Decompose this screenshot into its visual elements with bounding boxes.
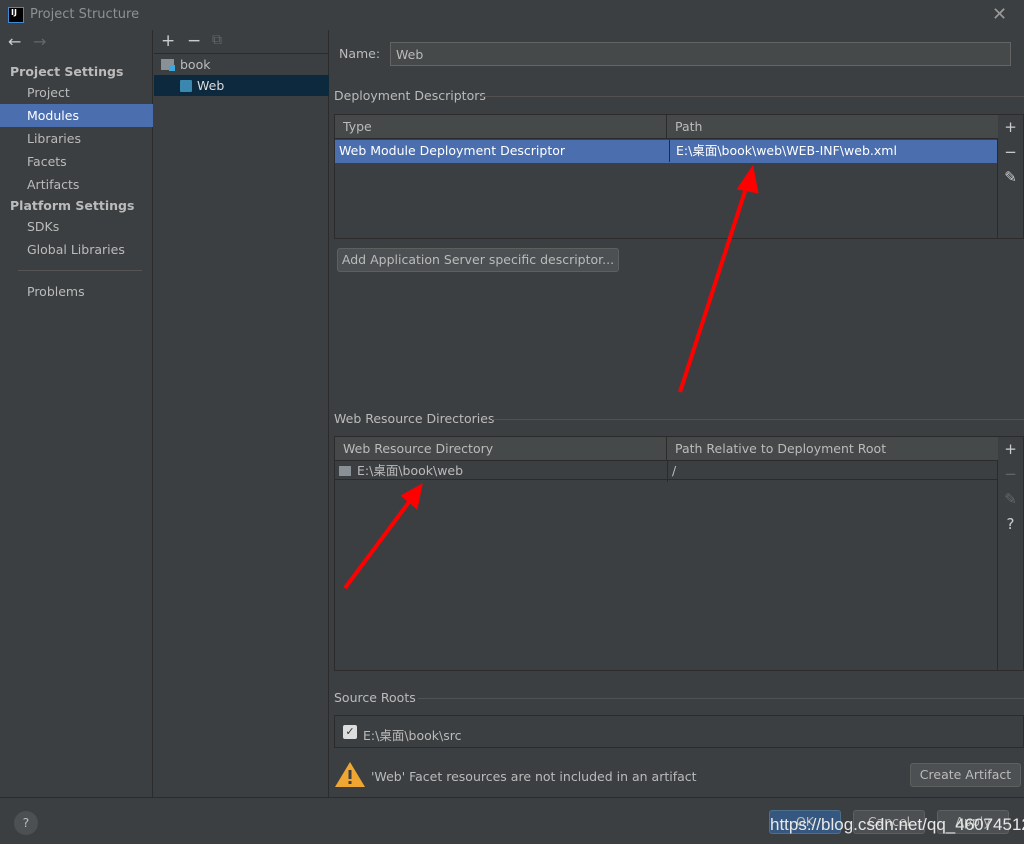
project-settings-header: Project Settings xyxy=(10,64,124,79)
close-icon[interactable]: ✕ xyxy=(992,4,1007,25)
deployment-descriptors-title: Deployment Descriptors xyxy=(334,88,486,103)
add-icon[interactable]: + xyxy=(161,31,175,51)
tree-node-web[interactable]: Web xyxy=(154,75,329,96)
name-label: Name: xyxy=(339,46,381,61)
source-root-label: E:\桌面\book\src xyxy=(363,728,462,743)
add-icon[interactable]: + xyxy=(998,437,1023,462)
dialog-footer: ? OK Cancel Apply https://blog.csdn.net/… xyxy=(0,797,1024,844)
sidebar-item-problems[interactable]: Problems xyxy=(0,280,153,303)
column-header-directory[interactable]: Web Resource Directory xyxy=(335,437,667,461)
add-icon[interactable]: + xyxy=(998,115,1023,140)
relative-path: / xyxy=(667,460,997,482)
web-resource-directories-table: Web Resource Directory Path Relative to … xyxy=(334,436,999,671)
deployment-toolbar: + − ✎ xyxy=(998,114,1024,239)
table-row[interactable]: Web Module Deployment Descriptor E:\桌面\b… xyxy=(335,140,997,163)
divider xyxy=(418,698,1024,699)
help-icon[interactable]: ? xyxy=(998,512,1023,537)
divider xyxy=(492,419,1024,420)
edit-icon[interactable]: ✎ xyxy=(998,487,1023,512)
web-folder-icon xyxy=(339,466,351,476)
descriptor-type: Web Module Deployment Descriptor xyxy=(339,143,566,158)
web-resource-directories-title: Web Resource Directories xyxy=(334,411,495,426)
warning-message: 'Web' Facet resources are not included i… xyxy=(371,769,697,784)
edit-icon[interactable]: ✎ xyxy=(998,165,1023,190)
name-input[interactable] xyxy=(390,42,1011,66)
divider xyxy=(18,270,142,271)
help-button[interactable]: ? xyxy=(14,811,38,835)
module-tree-panel: + − ⧉ book Web xyxy=(154,30,329,797)
column-header-path[interactable]: Path xyxy=(667,115,999,139)
tree-node-label: book xyxy=(180,57,211,72)
sidebar: ← → Project Settings Project Modules Lib… xyxy=(0,30,153,797)
sidebar-item-global-libraries[interactable]: Global Libraries xyxy=(0,238,153,261)
remove-icon[interactable]: − xyxy=(998,462,1023,487)
resource-directory: E:\桌面\book\web xyxy=(357,463,464,478)
tree-node-book[interactable]: book xyxy=(154,54,329,75)
table-row[interactable]: E:\桌面\book\web / xyxy=(335,460,997,482)
source-root-checkbox[interactable]: ✓ xyxy=(343,725,357,739)
sidebar-item-libraries[interactable]: Libraries xyxy=(0,127,153,150)
add-server-descriptor-button[interactable]: Add Application Server specific descript… xyxy=(337,248,619,272)
descriptor-path: E:\桌面\book\web\WEB-INF\web.xml xyxy=(669,140,997,162)
sidebar-item-modules[interactable]: Modules xyxy=(0,104,153,127)
back-icon[interactable]: ← xyxy=(8,32,21,51)
warning-icon xyxy=(335,762,365,787)
forward-icon[interactable]: → xyxy=(33,32,46,51)
window-title: Project Structure xyxy=(30,7,140,22)
copy-icon[interactable]: ⧉ xyxy=(212,32,222,48)
sidebar-item-project[interactable]: Project xyxy=(0,81,153,104)
remove-icon[interactable]: − xyxy=(187,31,201,51)
column-header-type[interactable]: Type xyxy=(335,115,667,139)
web-resources-toolbar: + − ✎ ? xyxy=(998,436,1024,671)
platform-settings-header: Platform Settings xyxy=(10,198,135,213)
sidebar-item-facets[interactable]: Facets xyxy=(0,150,153,173)
facet-settings-panel: Name: Deployment Descriptors Type Path W… xyxy=(330,30,1024,797)
create-artifact-button[interactable]: Create Artifact xyxy=(910,763,1021,787)
tree-node-label: Web xyxy=(197,78,225,93)
sidebar-item-sdks[interactable]: SDKs xyxy=(0,215,153,238)
source-roots-list: ✓ E:\桌面\book\src xyxy=(334,715,1024,748)
title-bar: IJ Project Structure ✕ xyxy=(0,0,1024,30)
module-folder-icon xyxy=(161,59,175,71)
divider xyxy=(480,96,1024,97)
intellij-logo-icon: IJ xyxy=(8,7,24,23)
sidebar-item-artifacts[interactable]: Artifacts xyxy=(0,173,153,196)
remove-icon[interactable]: − xyxy=(998,140,1023,165)
web-facet-icon xyxy=(180,80,192,92)
column-header-relative-path[interactable]: Path Relative to Deployment Root xyxy=(667,437,999,461)
source-roots-title: Source Roots xyxy=(334,690,416,705)
watermark: https://blog.csdn.net/qq_46074512 xyxy=(770,815,1024,834)
deployment-descriptors-table: Type Path Web Module Deployment Descript… xyxy=(334,114,999,239)
